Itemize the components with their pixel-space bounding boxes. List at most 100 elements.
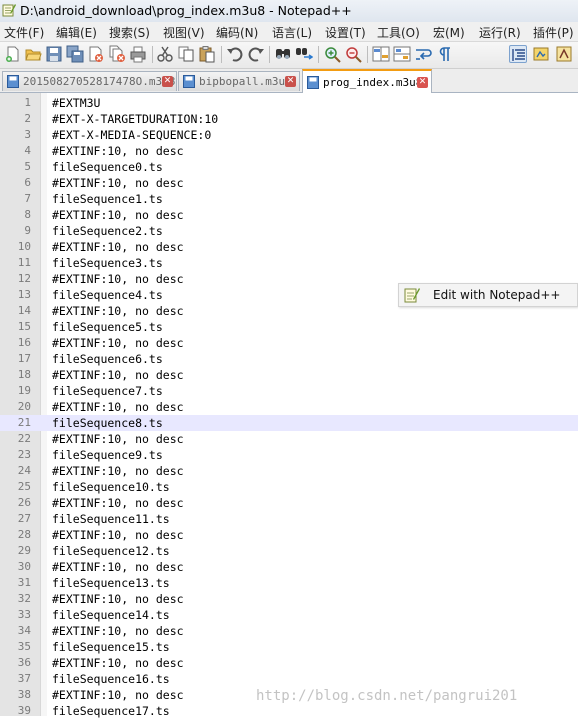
line-text[interactable]: fileSequence10.ts	[52, 479, 170, 495]
line-text[interactable]: fileSequence5.ts	[52, 319, 163, 335]
function-list-icon[interactable]	[555, 45, 573, 63]
zoom-in-icon[interactable]	[323, 45, 341, 63]
line-text[interactable]: fileSequence11.ts	[52, 511, 170, 527]
editor[interactable]: 1 #EXTM3U 2 #EXT-X-TARGETDURATION:10 3 #EXT-X…	[0, 93, 578, 719]
show-all-characters-icon[interactable]	[435, 45, 453, 63]
line-text[interactable]: #EXTINF:10, no desc	[52, 431, 184, 447]
editor-line[interactable]: 19 fileSequence7.ts	[0, 383, 578, 399]
editor-line[interactable]: 17 fileSequence6.ts	[0, 351, 578, 367]
line-text[interactable]: #EXTINF:10, no desc	[52, 175, 184, 191]
editor-line[interactable]: 22 #EXTINF:10, no desc	[0, 431, 578, 447]
menu-settings[interactable]: 设置(T)	[325, 24, 366, 41]
line-text[interactable]: #EXTINF:10, no desc	[52, 623, 184, 639]
open-file-icon[interactable]	[24, 45, 42, 63]
editor-line[interactable]: 26 #EXTINF:10, no desc	[0, 495, 578, 511]
editor-line[interactable]: 32 #EXTINF:10, no desc	[0, 591, 578, 607]
editor-line[interactable]: 28 #EXTINF:10, no desc	[0, 527, 578, 543]
line-text[interactable]: fileSequence17.ts	[52, 703, 170, 719]
line-text[interactable]: #EXTINF:10, no desc	[52, 143, 184, 159]
line-text[interactable]: #EXTM3U	[52, 95, 100, 111]
menu-search[interactable]: 搜索(S)	[109, 24, 150, 41]
context-menu-item-edit-with-notepad[interactable]: Edit with Notepad++	[433, 288, 560, 302]
line-text[interactable]: #EXTINF:10, no desc	[52, 687, 184, 703]
editor-line[interactable]: 4 #EXTINF:10, no desc	[0, 143, 578, 159]
editor-line[interactable]: 37 fileSequence16.ts	[0, 671, 578, 687]
new-file-icon[interactable]	[4, 45, 22, 63]
menu-file[interactable]: 文件(F)	[4, 24, 44, 41]
editor-line[interactable]: 2 #EXT-X-TARGETDURATION:10	[0, 111, 578, 127]
redo-icon[interactable]	[247, 45, 265, 63]
line-text[interactable]: fileSequence6.ts	[52, 351, 163, 367]
doc-map-icon[interactable]	[532, 45, 550, 63]
line-text[interactable]: #EXT-X-TARGETDURATION:10	[52, 111, 218, 127]
tab-file-1[interactable]: 20150827052817478O.m3u8 ✕	[2, 71, 177, 91]
menu-edit[interactable]: 编辑(E)	[56, 24, 97, 41]
line-text[interactable]: #EXTINF:10, no desc	[52, 559, 184, 575]
editor-line[interactable]: 8 #EXTINF:10, no desc	[0, 207, 578, 223]
tab-file-3-active[interactable]: prog_index.m3u8 ✕	[302, 69, 432, 93]
line-text[interactable]: #EXT-X-MEDIA-SEQUENCE:0	[52, 127, 211, 143]
editor-line[interactable]: 7 fileSequence1.ts	[0, 191, 578, 207]
line-text[interactable]: #EXTINF:10, no desc	[52, 655, 184, 671]
indent-guide-icon[interactable]	[509, 45, 527, 63]
tab-file-2[interactable]: bipbopall.m3u8 ✕	[178, 71, 300, 91]
editor-line[interactable]: 31 fileSequence13.ts	[0, 575, 578, 591]
line-text[interactable]: fileSequence12.ts	[52, 543, 170, 559]
line-text[interactable]: fileSequence9.ts	[52, 447, 163, 463]
editor-line[interactable]: 34 #EXTINF:10, no desc	[0, 623, 578, 639]
line-text[interactable]: #EXTINF:10, no desc	[52, 527, 184, 543]
line-text[interactable]: fileSequence4.ts	[52, 287, 163, 303]
editor-line[interactable]: 11 fileSequence3.ts	[0, 255, 578, 271]
editor-line[interactable]: 9 fileSequence2.ts	[0, 223, 578, 239]
menu-macro[interactable]: 宏(M)	[433, 24, 465, 41]
line-text[interactable]: #EXTINF:10, no desc	[52, 271, 184, 287]
line-text[interactable]: #EXTINF:10, no desc	[52, 335, 184, 351]
editor-line[interactable]: 39 fileSequence17.ts	[0, 703, 578, 719]
line-text[interactable]: fileSequence7.ts	[52, 383, 163, 399]
line-text[interactable]: fileSequence13.ts	[52, 575, 170, 591]
line-text[interactable]: #EXTINF:10, no desc	[52, 303, 184, 319]
editor-line[interactable]: 29 fileSequence12.ts	[0, 543, 578, 559]
editor-line[interactable]: 5 fileSequence0.ts	[0, 159, 578, 175]
line-text[interactable]: fileSequence1.ts	[52, 191, 163, 207]
menu-run[interactable]: 运行(R)	[479, 24, 521, 41]
save-icon[interactable]	[45, 45, 63, 63]
print-icon[interactable]	[129, 45, 147, 63]
editor-line[interactable]: 21 fileSequence8.ts	[0, 415, 578, 431]
editor-line[interactable]: 16 #EXTINF:10, no desc	[0, 335, 578, 351]
editor-line[interactable]: 3 #EXT-X-MEDIA-SEQUENCE:0	[0, 127, 578, 143]
undo-icon[interactable]	[226, 45, 244, 63]
line-text[interactable]: #EXTINF:10, no desc	[52, 463, 184, 479]
replace-icon[interactable]	[295, 45, 313, 63]
menu-tools[interactable]: 工具(O)	[377, 24, 420, 41]
editor-line[interactable]: 15 fileSequence5.ts	[0, 319, 578, 335]
line-text[interactable]: fileSequence16.ts	[52, 671, 170, 687]
menu-encoding[interactable]: 编码(N)	[216, 24, 258, 41]
editor-line[interactable]: 33 fileSequence14.ts	[0, 607, 578, 623]
copy-icon[interactable]	[177, 45, 195, 63]
editor-line[interactable]: 36 #EXTINF:10, no desc	[0, 655, 578, 671]
editor-line[interactable]: 35 fileSequence15.ts	[0, 639, 578, 655]
line-text[interactable]: fileSequence2.ts	[52, 223, 163, 239]
line-text[interactable]: #EXTINF:10, no desc	[52, 399, 184, 415]
paste-icon[interactable]	[198, 45, 216, 63]
line-text[interactable]: fileSequence15.ts	[52, 639, 170, 655]
editor-line[interactable]: 1 #EXTM3U	[0, 95, 578, 111]
menu-view[interactable]: 视图(V)	[163, 24, 205, 41]
editor-line[interactable]: 23 fileSequence9.ts	[0, 447, 578, 463]
line-text[interactable]: fileSequence14.ts	[52, 607, 170, 623]
editor-line[interactable]: 6 #EXTINF:10, no desc	[0, 175, 578, 191]
line-text[interactable]: #EXTINF:10, no desc	[52, 207, 184, 223]
menu-plugins[interactable]: 插件(P)	[533, 24, 574, 41]
tab-close-button[interactable]: ✕	[162, 76, 173, 87]
save-all-icon[interactable]	[66, 45, 84, 63]
line-text[interactable]: fileSequence8.ts	[52, 415, 163, 431]
line-text[interactable]: #EXTINF:10, no desc	[52, 495, 184, 511]
sync-scroll-vertical-icon[interactable]	[372, 45, 390, 63]
editor-line[interactable]: 30 #EXTINF:10, no desc	[0, 559, 578, 575]
word-wrap-icon[interactable]	[414, 45, 432, 63]
tab-close-button[interactable]: ✕	[285, 76, 296, 87]
cut-icon[interactable]	[156, 45, 174, 63]
editor-line[interactable]: 27 fileSequence11.ts	[0, 511, 578, 527]
find-icon[interactable]	[274, 45, 292, 63]
